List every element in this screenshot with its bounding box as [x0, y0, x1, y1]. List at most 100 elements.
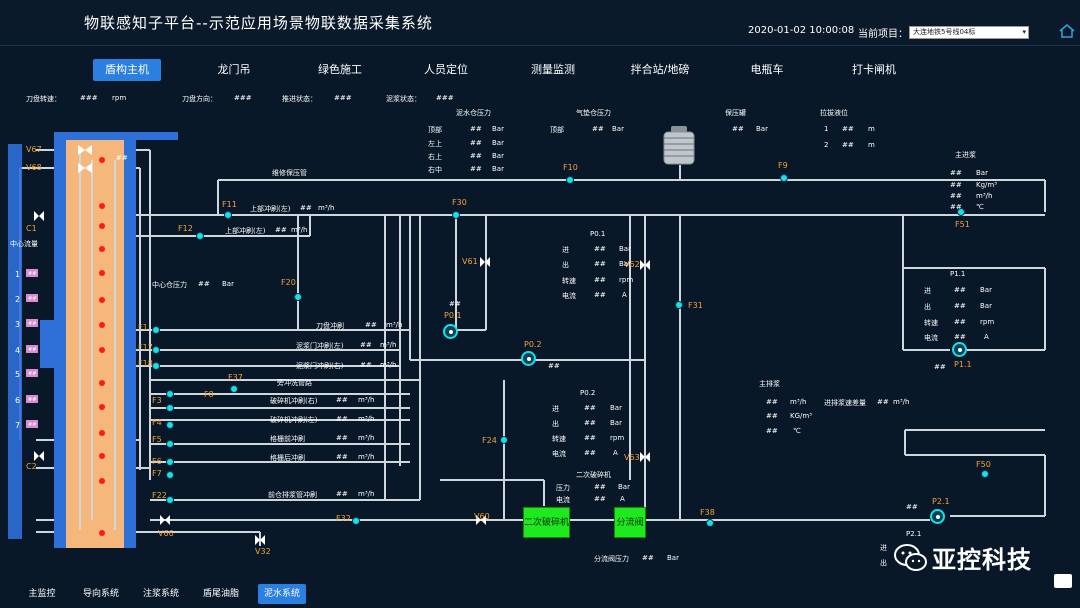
alarm-indicator	[99, 223, 105, 229]
v67-value: ##	[116, 154, 128, 162]
main-inlet-unit: ℃	[976, 203, 984, 211]
crusher-row-value: ##	[594, 483, 606, 491]
port-label: 5	[15, 370, 21, 379]
pump-p02[interactable]	[521, 351, 536, 366]
alarm-indicator	[99, 157, 105, 163]
sensor-f20[interactable]	[294, 293, 302, 301]
tag-f30: F30	[452, 198, 467, 207]
sensor-f7[interactable]	[166, 471, 174, 479]
crusher-box[interactable]: 二次破碎机	[523, 507, 570, 538]
port-value: ##	[28, 321, 37, 327]
valve-icon[interactable]	[255, 535, 265, 545]
tag-f24: F24	[482, 436, 497, 445]
sensor-f11[interactable]	[224, 211, 232, 219]
sensor-f50[interactable]	[981, 470, 989, 478]
sensor-f24[interactable]	[500, 436, 508, 444]
bottom-tab-slurry-system[interactable]: 泥水系统	[258, 584, 306, 604]
p02-row-unit: rpm	[610, 434, 625, 442]
center-pressure-unit: Bar	[222, 280, 234, 288]
alarm-indicator	[99, 478, 105, 484]
level-row-value: ##	[842, 141, 854, 149]
maintain-pipe-label: 维修保压管	[272, 169, 307, 177]
slurry-pressure-title: 泥水仓压力	[456, 109, 491, 117]
crusher-flush-left-label: 破碎机冲刷(左)	[270, 416, 318, 424]
level-row-unit: m	[868, 125, 875, 133]
sensor-f22[interactable]	[166, 496, 174, 504]
gate-flush-right-value: ##	[360, 361, 372, 369]
valve-icon[interactable]	[640, 260, 650, 270]
valve-icon[interactable]	[34, 451, 44, 461]
sensor-f30[interactable]	[452, 211, 460, 219]
grid-front-flush-label: 格栅前冲刷	[270, 435, 305, 443]
p11-row-label: 转速	[924, 319, 938, 327]
slurry-pressure-row-unit: Bar	[492, 152, 504, 160]
p01-row-label: 转速	[562, 277, 576, 285]
pump-p11[interactable]	[952, 342, 967, 357]
slurry-pressure-row-unit: Bar	[492, 165, 504, 173]
air-pressure-unit: Bar	[612, 125, 624, 133]
crusher-row-unit: A	[620, 495, 625, 503]
sensor-f18[interactable]	[152, 362, 160, 370]
sensor-f10[interactable]	[566, 176, 574, 184]
sensor-f37[interactable]	[230, 385, 238, 393]
sensor-f5[interactable]	[166, 440, 174, 448]
valve-icon[interactable]	[78, 163, 92, 173]
main-outlet-unit: ℃	[793, 427, 801, 435]
sensor-f17[interactable]	[152, 346, 160, 354]
slurry-pressure-row-unit: Bar	[492, 139, 504, 147]
bottom-tab-guidance[interactable]: 导向系统	[77, 584, 125, 604]
bottom-tab-tail-grease[interactable]: 盾尾油脂	[197, 584, 245, 604]
valve-icon[interactable]	[160, 515, 170, 525]
sensor-f4[interactable]	[166, 421, 174, 429]
tag-f32: F32	[336, 514, 351, 523]
p11-row-unit: A	[984, 333, 989, 341]
sensor-f32[interactable]	[352, 517, 360, 525]
main-outlet-value: ##	[766, 427, 778, 435]
sensor-f12[interactable]	[196, 232, 204, 240]
main-inlet-title: 主进浆	[955, 151, 976, 159]
p02-row-value: ##	[584, 449, 596, 457]
sensor-f3b[interactable]	[166, 404, 174, 412]
tag-f17: F17	[138, 343, 153, 352]
splitter-box[interactable]: 分流阀	[614, 507, 646, 538]
p02-row-label: 进	[552, 405, 559, 413]
sensor-f9[interactable]	[780, 174, 788, 182]
tag-p11: P1.1	[954, 360, 972, 369]
upper-flush-left2-value: ##	[275, 226, 287, 234]
main-inlet-value: ##	[950, 203, 962, 211]
sensor-f6[interactable]	[166, 458, 174, 466]
pump-p21[interactable]	[930, 509, 945, 524]
center-pressure-label: 中心仓压力	[152, 281, 187, 289]
sensor-f31[interactable]	[675, 301, 683, 309]
level-row-unit: m	[868, 141, 875, 149]
sensor-f3a[interactable]	[166, 390, 174, 398]
p02-row-value: ##	[584, 419, 596, 427]
grid-back-flush-value: ##	[336, 453, 348, 461]
grid-back-flush-label: 格栅后冲刷	[270, 454, 305, 462]
grid-front-flush-unit: m³/h	[358, 434, 375, 442]
center-pressure-value: ##	[198, 280, 210, 288]
crusher-flush-right-label: 破碎机冲刷(右)	[270, 397, 318, 405]
level-row-value: ##	[842, 125, 854, 133]
pump-p01[interactable]	[443, 324, 458, 339]
sensor-f38[interactable]	[706, 519, 714, 527]
tag-v68: V68	[26, 163, 42, 172]
bottom-tab-grouting[interactable]: 注浆系统	[137, 584, 185, 604]
splitter-pressure-value: ##	[642, 554, 654, 562]
slurry-pressure-row-value: ##	[470, 152, 482, 160]
sensor-f1[interactable]	[152, 326, 160, 334]
valve-icon[interactable]	[78, 145, 92, 155]
cutter-flush-value: ##	[365, 321, 377, 329]
alarm-indicator	[99, 322, 105, 328]
p01-row-value: ##	[594, 245, 606, 253]
valve-icon[interactable]	[34, 211, 44, 221]
upper-flush-left-label: 上部冲刷(左)	[250, 205, 291, 213]
bottom-tab-main-monitor[interactable]: 主监控	[18, 584, 66, 604]
front-drain-flush-value: ##	[336, 490, 348, 498]
main-inlet-unit: Kg/m³	[976, 181, 998, 189]
valve-icon[interactable]	[640, 452, 650, 462]
valve-icon[interactable]	[480, 257, 490, 267]
tag-f5: F5	[152, 435, 162, 444]
p01-row-label: 电流	[562, 292, 576, 300]
p02-row-value: ##	[584, 434, 596, 442]
